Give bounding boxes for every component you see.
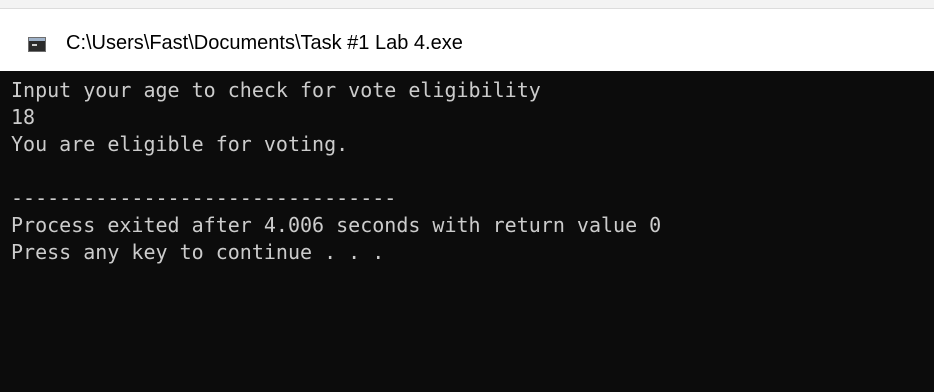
- console-line-input: 18: [11, 105, 36, 129]
- console-output[interactable]: Input your age to check for vote eligibi…: [0, 71, 934, 392]
- console-line-exit-status: Process exited after 4.006 seconds with …: [11, 213, 662, 237]
- console-line-separator: --------------------------------: [11, 186, 397, 210]
- console-line-result: You are eligible for voting.: [11, 132, 349, 156]
- console-window: C:\Users\Fast\Documents\Task #1 Lab 4.ex…: [0, 0, 934, 392]
- console-line-continue: Press any key to continue . . .: [11, 240, 385, 264]
- console-app-icon[interactable]: [28, 37, 46, 52]
- window-top-edge: [0, 0, 934, 9]
- console-line-prompt: Input your age to check for vote eligibi…: [11, 78, 541, 102]
- title-bar[interactable]: C:\Users\Fast\Documents\Task #1 Lab 4.ex…: [0, 9, 934, 71]
- window-title: C:\Users\Fast\Documents\Task #1 Lab 4.ex…: [66, 32, 463, 54]
